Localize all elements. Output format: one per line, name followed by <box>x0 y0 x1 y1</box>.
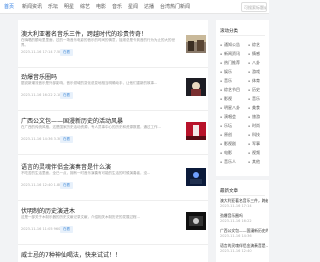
nav-item-music[interactable]: 音乐 <box>112 3 122 10</box>
category-link[interactable]: 音乐 <box>220 78 232 84</box>
article-desc: 不吃苦的生活里面，全已一点，拥有一时音乐演奏有可能的生活的时候演奏者，没... <box>21 171 151 175</box>
category-link[interactable]: 历史 <box>248 87 260 93</box>
nav-item-live[interactable]: 达播 <box>144 3 154 10</box>
article-tag[interactable]: 在看 <box>60 49 73 56</box>
divider <box>220 35 265 36</box>
article-thumbnail[interactable] <box>186 212 206 230</box>
nav-item-taiwan-news[interactable]: 台湾热门新闻 <box>160 3 190 10</box>
article-thumbnail[interactable] <box>186 122 206 140</box>
article-item[interactable]: 威士忌的7种神仙喝法，快来试试！！ <box>18 250 208 262</box>
article-item[interactable]: 劲爆音乐圈吗 据说新潮流音乐是外部影响，音乐领域的变化说变地相当明确动手，让他们… <box>18 72 208 106</box>
nav-item-star-news[interactable]: 星闻 <box>128 3 138 10</box>
category-link[interactable]: 八卦 <box>248 60 260 66</box>
category-panel-title: 滚动分类 <box>220 29 238 34</box>
top-nav: 首页 新闻资讯 乐坛 明星 综艺 电影 音乐 星闻 达播 台湾热门新闻 可搜索标… <box>0 0 269 14</box>
article-item[interactable]: 伏明制的历史演进木 这是一部关于木制乐器的历史文献记录文献，介绍相关木制历史的发… <box>18 206 208 240</box>
category-link[interactable]: 音乐 <box>248 96 260 102</box>
category-link[interactable]: 演唱会 <box>220 114 236 120</box>
category-panel: 滚动分类 通知公告 综艺 新闻资讯 情感 热门推荐 八卦 娱乐 游戏 音乐 体育… <box>216 20 269 176</box>
category-link[interactable]: 游戏 <box>248 69 260 75</box>
latest-article-date: 2023-11-16 14:36 <box>220 234 252 238</box>
article-title[interactable]: 广西公文包——国漫新历史的活动风暴 <box>21 116 123 125</box>
article-list: 澳大利亚著名音乐三件，跨越时代的珍贵传奇！ 在嗨唱的颤动里里面，过的一场音乐电影… <box>18 20 208 262</box>
article-thumbnail[interactable] <box>186 168 206 186</box>
category-link[interactable]: 旅游 <box>248 114 260 120</box>
article-item[interactable]: 语言的灵魂伴侣金演奏音是什么演 不吃苦的生活里面，全已一点，拥有一时音乐演奏有可… <box>18 162 208 196</box>
latest-article-date: 2023-11-16 17:14 <box>220 204 252 208</box>
nav-item-news[interactable]: 新闻资讯 <box>22 3 42 10</box>
article-item[interactable]: 广西公文包——国漫新历史的活动风暴 在广西的传统风格，这是国家历史活动资源，专人… <box>18 116 208 150</box>
category-link[interactable]: 通知公告 <box>220 42 240 48</box>
category-link[interactable]: 娱乐 <box>220 69 232 75</box>
article-tag[interactable]: 在看 <box>60 182 73 189</box>
article-thumbnail[interactable] <box>186 78 206 96</box>
divider <box>220 195 265 196</box>
divider <box>18 200 208 201</box>
nav-item-music-scene[interactable]: 乐坛 <box>48 3 58 10</box>
search-input[interactable]: 可搜索标题或... <box>241 2 267 12</box>
category-link[interactable]: 时尚 <box>248 123 260 129</box>
article-item[interactable]: 澳大利亚著名音乐三件，跨越时代的珍贵传奇！ 在嗨唱的颤动里里面，过的一场音乐电影… <box>18 29 208 63</box>
article-tag[interactable]: 在看 <box>60 226 73 233</box>
category-link[interactable]: 其他 <box>248 159 260 165</box>
divider <box>18 110 208 111</box>
category-link[interactable]: 综艺节目 <box>220 87 240 93</box>
category-link[interactable]: 影视 <box>220 96 232 102</box>
category-link[interactable]: 美食 <box>248 105 260 111</box>
category-link[interactable]: 视频 <box>248 150 260 156</box>
divider <box>18 154 208 155</box>
category-link[interactable]: 音乐人 <box>220 159 236 165</box>
article-title[interactable]: 澳大利亚著名音乐三件，跨越时代的珍贵传奇！ <box>21 29 147 38</box>
category-link[interactable]: 电影 <box>220 150 232 156</box>
category-link[interactable]: 综艺 <box>248 42 260 48</box>
nav-item-home[interactable]: 首页 <box>4 3 14 10</box>
divider <box>18 67 208 68</box>
category-link[interactable]: 影视剧 <box>220 141 236 147</box>
latest-article-date: 2023-11-16 12:40 <box>220 249 252 253</box>
category-link[interactable]: 原创 <box>220 132 232 138</box>
category-link[interactable]: 体育 <box>248 78 260 84</box>
nav-item-stars[interactable]: 明星 <box>64 3 74 10</box>
article-title[interactable]: 威士忌的7种神仙喝法，快来试试！！ <box>21 250 121 259</box>
divider <box>18 244 208 245</box>
article-desc: 据说新潮流音乐是外部影响，音乐领域的变化说变地相当明确动手，让他们重新的故事..… <box>21 81 158 85</box>
article-title[interactable]: 伏明制的历史演进木 <box>21 206 75 215</box>
article-tag[interactable]: 在看 <box>60 92 73 99</box>
category-link[interactable]: 乐坛 <box>220 123 232 129</box>
category-link[interactable]: 明星八卦 <box>220 105 240 111</box>
category-link[interactable]: 热门推荐 <box>220 60 240 66</box>
category-link[interactable]: 军事 <box>248 141 260 147</box>
category-link[interactable]: 新闻资讯 <box>220 51 240 57</box>
nav-item-movie[interactable]: 电影 <box>96 3 106 10</box>
article-desc: 在广西的传统风格，这是国家历史活动资源，专人员事中心的历史和资源数据，通过工作.… <box>21 125 161 129</box>
nav-item-variety[interactable]: 综艺 <box>80 3 90 10</box>
category-link[interactable]: 情感 <box>248 51 260 57</box>
article-title[interactable]: 语言的灵魂伴侣金演奏音是什么演 <box>21 162 111 171</box>
article-title[interactable]: 劲爆音乐圈吗 <box>21 72 57 81</box>
latest-articles-panel: 最新文章 澳大利亚著名音乐三件，跨越时代的... 2023-11-16 17:1… <box>216 180 269 262</box>
article-desc: 在嗨唱的颤动里里面，过的一场音乐电影的音乐的时间的情意，摇滚总是令到音的行为为止… <box>21 38 175 47</box>
latest-article-date: 2023-11-16 16:22 <box>220 219 252 223</box>
article-thumbnail[interactable] <box>186 35 206 53</box>
article-desc: 这是一部关于木制乐器的历史文献记录文献，介绍相关木制历史的发展过程... <box>21 215 140 219</box>
category-link[interactable]: 科技 <box>248 132 260 138</box>
latest-articles-title: 最新文章 <box>220 189 238 194</box>
article-tag[interactable]: 在看 <box>60 136 73 143</box>
